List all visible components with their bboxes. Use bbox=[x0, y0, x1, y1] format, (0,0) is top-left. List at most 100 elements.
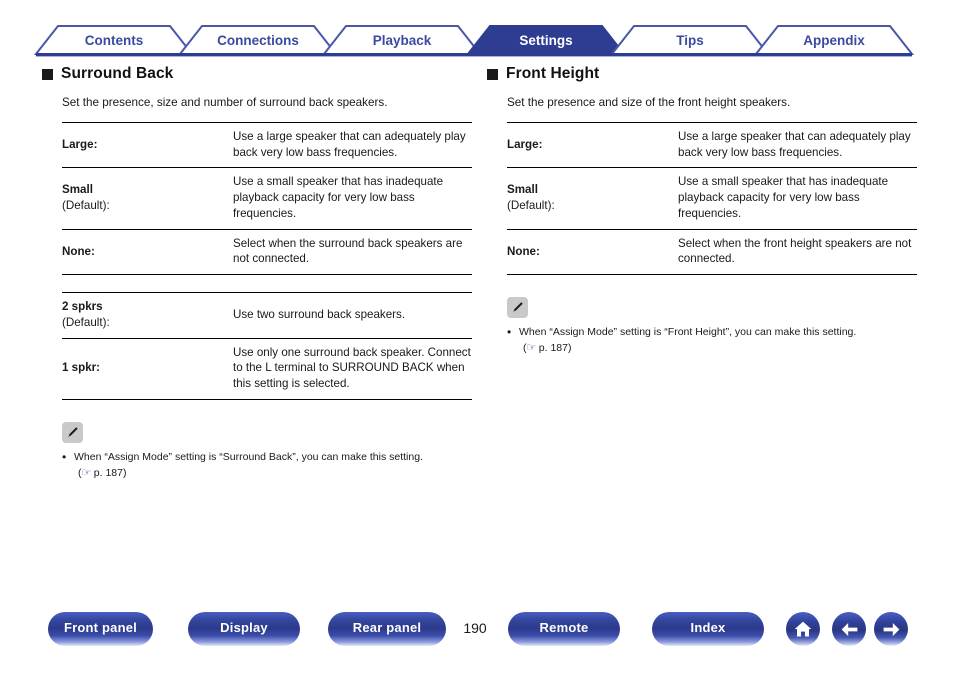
term-label: Small bbox=[507, 183, 538, 197]
spec-table-speaker-count: 2 spkrs (Default): Use two surround back… bbox=[62, 292, 472, 400]
tab-playback[interactable]: Playback bbox=[321, 25, 483, 55]
tab-label: Connections bbox=[217, 33, 299, 48]
table-row: Small (Default): Use a small speaker tha… bbox=[507, 167, 917, 230]
note-text: When “Assign Mode” setting is “Surround … bbox=[74, 450, 423, 463]
square-bullet-icon bbox=[487, 68, 498, 80]
note-body: When “Assign Mode” setting is “Surround … bbox=[74, 450, 472, 482]
note-body: When “Assign Mode” setting is “Front Hei… bbox=[519, 325, 917, 357]
section-title: Surround Back bbox=[61, 65, 174, 82]
term-label: Large: bbox=[62, 137, 98, 151]
section-surround-back: Surround Back Set the presence, size and… bbox=[42, 62, 472, 482]
display-button[interactable]: Display bbox=[188, 612, 300, 646]
row-description: Use a small speaker that has inadequate … bbox=[678, 167, 917, 230]
footer-bar: Front panel Display Rear panel 190 Remot… bbox=[0, 612, 954, 664]
term-label: Large: bbox=[507, 137, 543, 151]
page-reference[interactable]: (☞ p. 187) bbox=[74, 466, 472, 482]
section-front-height: Front Height Set the presence and size o… bbox=[487, 62, 917, 357]
table-row: 1 spkr: Use only one surround back speak… bbox=[62, 337, 472, 400]
table-row: Large: Use a large speaker that can adeq… bbox=[62, 121, 472, 168]
tab-label: Settings bbox=[519, 33, 572, 48]
tab-contents[interactable]: Contents bbox=[33, 25, 195, 55]
row-description: Select when the front height speakers ar… bbox=[678, 228, 917, 276]
section-description: Set the presence, size and number of sur… bbox=[62, 96, 388, 109]
remote-button[interactable]: Remote bbox=[508, 612, 620, 646]
table-row: None: Select when the surround back spea… bbox=[62, 228, 472, 276]
note-text: When “Assign Mode” setting is “Front Hei… bbox=[519, 326, 857, 339]
row-term: 2 spkrs (Default): bbox=[62, 292, 233, 339]
note-item: • When “Assign Mode” setting is “Front H… bbox=[507, 325, 917, 357]
home-icon bbox=[794, 621, 812, 637]
tab-bar-svg: Contents Connections Playback Settings T… bbox=[33, 25, 915, 57]
term-label: 1 spkr: bbox=[62, 361, 101, 375]
pointing-hand-icon: ☞ bbox=[81, 466, 92, 479]
page-number: 190 bbox=[463, 620, 487, 636]
row-term: 1 spkr: bbox=[62, 337, 233, 400]
note-bullet: • bbox=[62, 449, 67, 464]
term-label: Small bbox=[62, 183, 93, 197]
pencil-glyph bbox=[67, 427, 78, 438]
tab-settings[interactable]: Settings bbox=[465, 25, 627, 55]
pencil-glyph bbox=[512, 302, 523, 313]
row-term: None: bbox=[62, 228, 233, 276]
tab-label: Playback bbox=[373, 33, 432, 48]
arrow-right-icon bbox=[883, 622, 899, 636]
row-description: Use only one surround back speaker. Conn… bbox=[233, 337, 472, 400]
section-title: Front Height bbox=[506, 65, 600, 82]
tab-label: Tips bbox=[676, 33, 704, 48]
forward-button[interactable] bbox=[874, 612, 908, 646]
note-item: • When “Assign Mode” setting is “Surroun… bbox=[62, 450, 472, 482]
front-panel-button[interactable]: Front panel bbox=[48, 612, 153, 646]
pencil-note-icon bbox=[507, 297, 528, 319]
note-block: • When “Assign Mode” setting is “Surroun… bbox=[62, 421, 472, 482]
page-content: Surround Back Set the presence, size and… bbox=[0, 62, 954, 602]
row-term: None: bbox=[507, 228, 678, 276]
note-bullet: • bbox=[507, 325, 512, 340]
term-label: None: bbox=[62, 244, 95, 258]
pencil-note-icon bbox=[62, 421, 83, 443]
spec-table-presence: Large: Use a large speaker that can adeq… bbox=[62, 121, 472, 276]
table-row: None: Select when the front height speak… bbox=[507, 228, 917, 276]
note-block: • When “Assign Mode” setting is “Front H… bbox=[507, 297, 917, 357]
row-description: Use two surround back speakers. bbox=[233, 292, 472, 339]
spec-table-presence: Large: Use a large speaker that can adeq… bbox=[507, 121, 917, 276]
square-bullet-icon bbox=[42, 68, 53, 80]
tab-connections[interactable]: Connections bbox=[177, 25, 339, 55]
index-button[interactable]: Index bbox=[652, 612, 764, 646]
tab-label: Contents bbox=[85, 33, 144, 48]
row-term: Large: bbox=[62, 121, 233, 168]
ref-page: p. 187 bbox=[538, 342, 568, 355]
ref-close-paren: ) bbox=[123, 466, 127, 479]
arrow-left-icon bbox=[841, 622, 857, 636]
table-spacer bbox=[42, 275, 472, 292]
term-default: (Default): bbox=[507, 198, 555, 212]
rear-panel-button[interactable]: Rear panel bbox=[328, 612, 446, 646]
term-default: (Default): bbox=[62, 198, 110, 212]
tab-tips[interactable]: Tips bbox=[609, 25, 771, 55]
ref-close-paren: ) bbox=[568, 342, 572, 355]
table-row: Large: Use a large speaker that can adeq… bbox=[507, 121, 917, 168]
home-button[interactable] bbox=[786, 612, 820, 646]
tab-label: Appendix bbox=[803, 33, 865, 48]
pointing-hand-icon: ☞ bbox=[526, 342, 537, 355]
row-description: Use a large speaker that can adequately … bbox=[233, 121, 472, 168]
table-row: Small (Default): Use a small speaker tha… bbox=[62, 167, 472, 230]
section-description: Set the presence and size of the front h… bbox=[507, 96, 791, 109]
section-heading: Front Height bbox=[487, 62, 917, 86]
tab-baseline bbox=[36, 53, 912, 57]
term-label: 2 spkrs bbox=[62, 300, 103, 314]
row-term: Large: bbox=[507, 121, 678, 168]
row-description: Use a large speaker that can adequately … bbox=[678, 121, 917, 168]
row-description: Use a small speaker that has inadequate … bbox=[233, 167, 472, 230]
page-reference[interactable]: (☞ p. 187) bbox=[519, 341, 917, 357]
row-description: Select when the surround back speakers a… bbox=[233, 228, 472, 276]
term-label: None: bbox=[507, 244, 540, 258]
back-button[interactable] bbox=[832, 612, 866, 646]
table-row: 2 spkrs (Default): Use two surround back… bbox=[62, 292, 472, 339]
section-heading: Surround Back bbox=[42, 62, 472, 86]
tab-bar: Contents Connections Playback Settings T… bbox=[0, 22, 954, 58]
tab-appendix[interactable]: Appendix bbox=[753, 25, 915, 55]
ref-page: p. 187 bbox=[93, 466, 123, 479]
row-term: Small (Default): bbox=[62, 167, 233, 230]
term-default: (Default): bbox=[62, 315, 110, 329]
row-term: Small (Default): bbox=[507, 167, 678, 230]
